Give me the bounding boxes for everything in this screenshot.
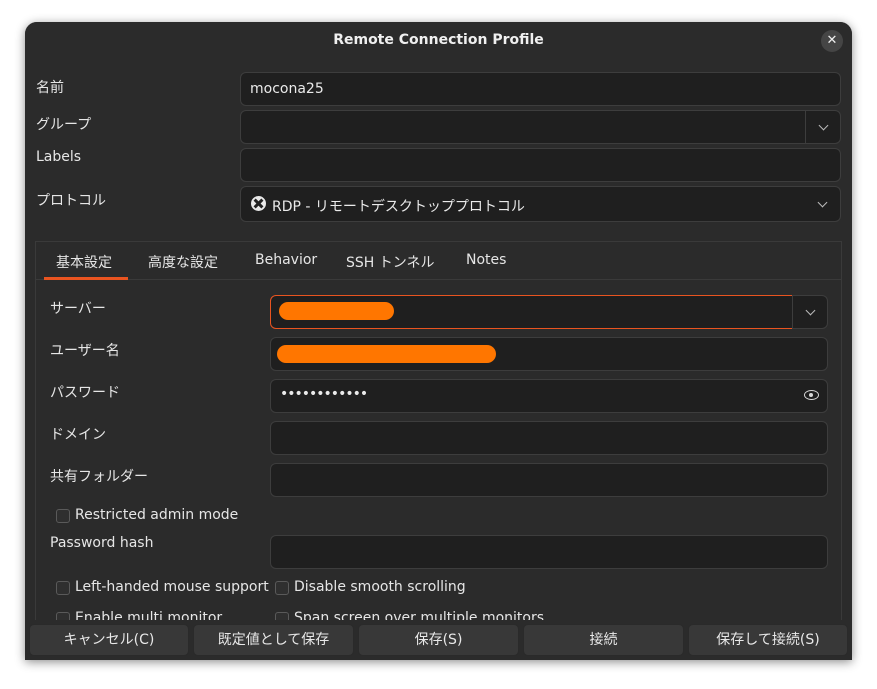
settings-notebook: 基本設定 高度な設定 Behavior SSH トンネル Notes サーバー …	[35, 241, 842, 621]
redacted-username-value	[277, 345, 496, 363]
labels-input[interactable]	[240, 148, 841, 182]
cancel-button[interactable]: キャンセル(C)	[29, 624, 189, 656]
restricted-admin-checkbox[interactable]	[56, 509, 70, 523]
chevron-down-icon	[805, 305, 816, 316]
left-handed-mouse-label: Left-handed mouse support	[75, 579, 269, 595]
tab-behavior[interactable]: Behavior	[255, 252, 317, 268]
chevron-down-icon	[817, 197, 828, 208]
username-label: ユーザー名	[50, 343, 120, 359]
domain-input[interactable]	[270, 421, 828, 455]
shared-folder-label: 共有フォルダー	[50, 469, 148, 485]
eye-icon[interactable]	[804, 390, 819, 400]
left-handed-mouse-checkbox[interactable]	[56, 581, 70, 595]
tab-notes[interactable]: Notes	[466, 252, 506, 268]
rdp-protocol-icon	[251, 196, 266, 211]
password-hash-label: Password hash	[50, 535, 154, 551]
protocol-value: RDP - リモートデスクトッププロトコル	[272, 199, 525, 215]
remote-connection-profile-dialog: Remote Connection Profile ✕ 名前 mocona25 …	[25, 22, 852, 660]
group-dropdown-button[interactable]	[805, 110, 841, 144]
tab-basic[interactable]: 基本設定	[56, 252, 112, 272]
close-button[interactable]: ✕	[821, 30, 843, 52]
password-hash-input[interactable]	[270, 535, 828, 569]
server-input[interactable]	[270, 295, 793, 329]
group-combo-entry[interactable]	[240, 110, 806, 144]
dialog-button-bar: キャンセル(C) 既定値として保存 保存(S) 接続 保存して接続(S)	[25, 620, 852, 660]
name-input[interactable]: mocona25	[240, 72, 841, 106]
server-dropdown-button[interactable]	[792, 295, 828, 329]
protocol-select[interactable]: RDP - リモートデスクトッププロトコル	[240, 186, 841, 222]
disable-smooth-scrolling-checkbox[interactable]	[275, 581, 289, 595]
window-title: Remote Connection Profile	[333, 32, 544, 48]
active-tab-indicator	[44, 277, 128, 280]
name-value: mocona25	[250, 81, 324, 97]
password-label: パスワード	[50, 385, 120, 401]
server-label: サーバー	[50, 301, 106, 317]
redacted-server-value	[279, 302, 394, 320]
restricted-admin-label: Restricted admin mode	[75, 507, 239, 523]
titlebar: Remote Connection Profile ✕	[25, 22, 852, 60]
close-icon: ✕	[826, 33, 838, 48]
name-label: 名前	[36, 80, 64, 96]
chevron-down-icon	[818, 120, 829, 131]
password-value: ••••••••••••	[280, 386, 368, 402]
save-and-connect-button[interactable]: 保存して接続(S)	[688, 624, 848, 656]
domain-label: ドメイン	[50, 427, 106, 443]
password-input[interactable]: ••••••••••••	[270, 379, 828, 413]
tabs-separator	[36, 279, 841, 280]
username-input[interactable]	[270, 337, 828, 371]
protocol-label: プロトコル	[36, 193, 106, 209]
labels-label: Labels	[36, 149, 82, 165]
save-button[interactable]: 保存(S)	[358, 624, 519, 656]
connect-button[interactable]: 接続	[523, 624, 684, 656]
group-label: グループ	[36, 117, 92, 133]
save-as-default-button[interactable]: 既定値として保存	[193, 624, 354, 656]
shared-folder-input[interactable]	[270, 463, 828, 497]
tab-ssh-tunnel[interactable]: SSH トンネル	[346, 252, 434, 272]
tab-advanced[interactable]: 高度な設定	[148, 252, 218, 272]
disable-smooth-scrolling-label: Disable smooth scrolling	[294, 579, 466, 595]
